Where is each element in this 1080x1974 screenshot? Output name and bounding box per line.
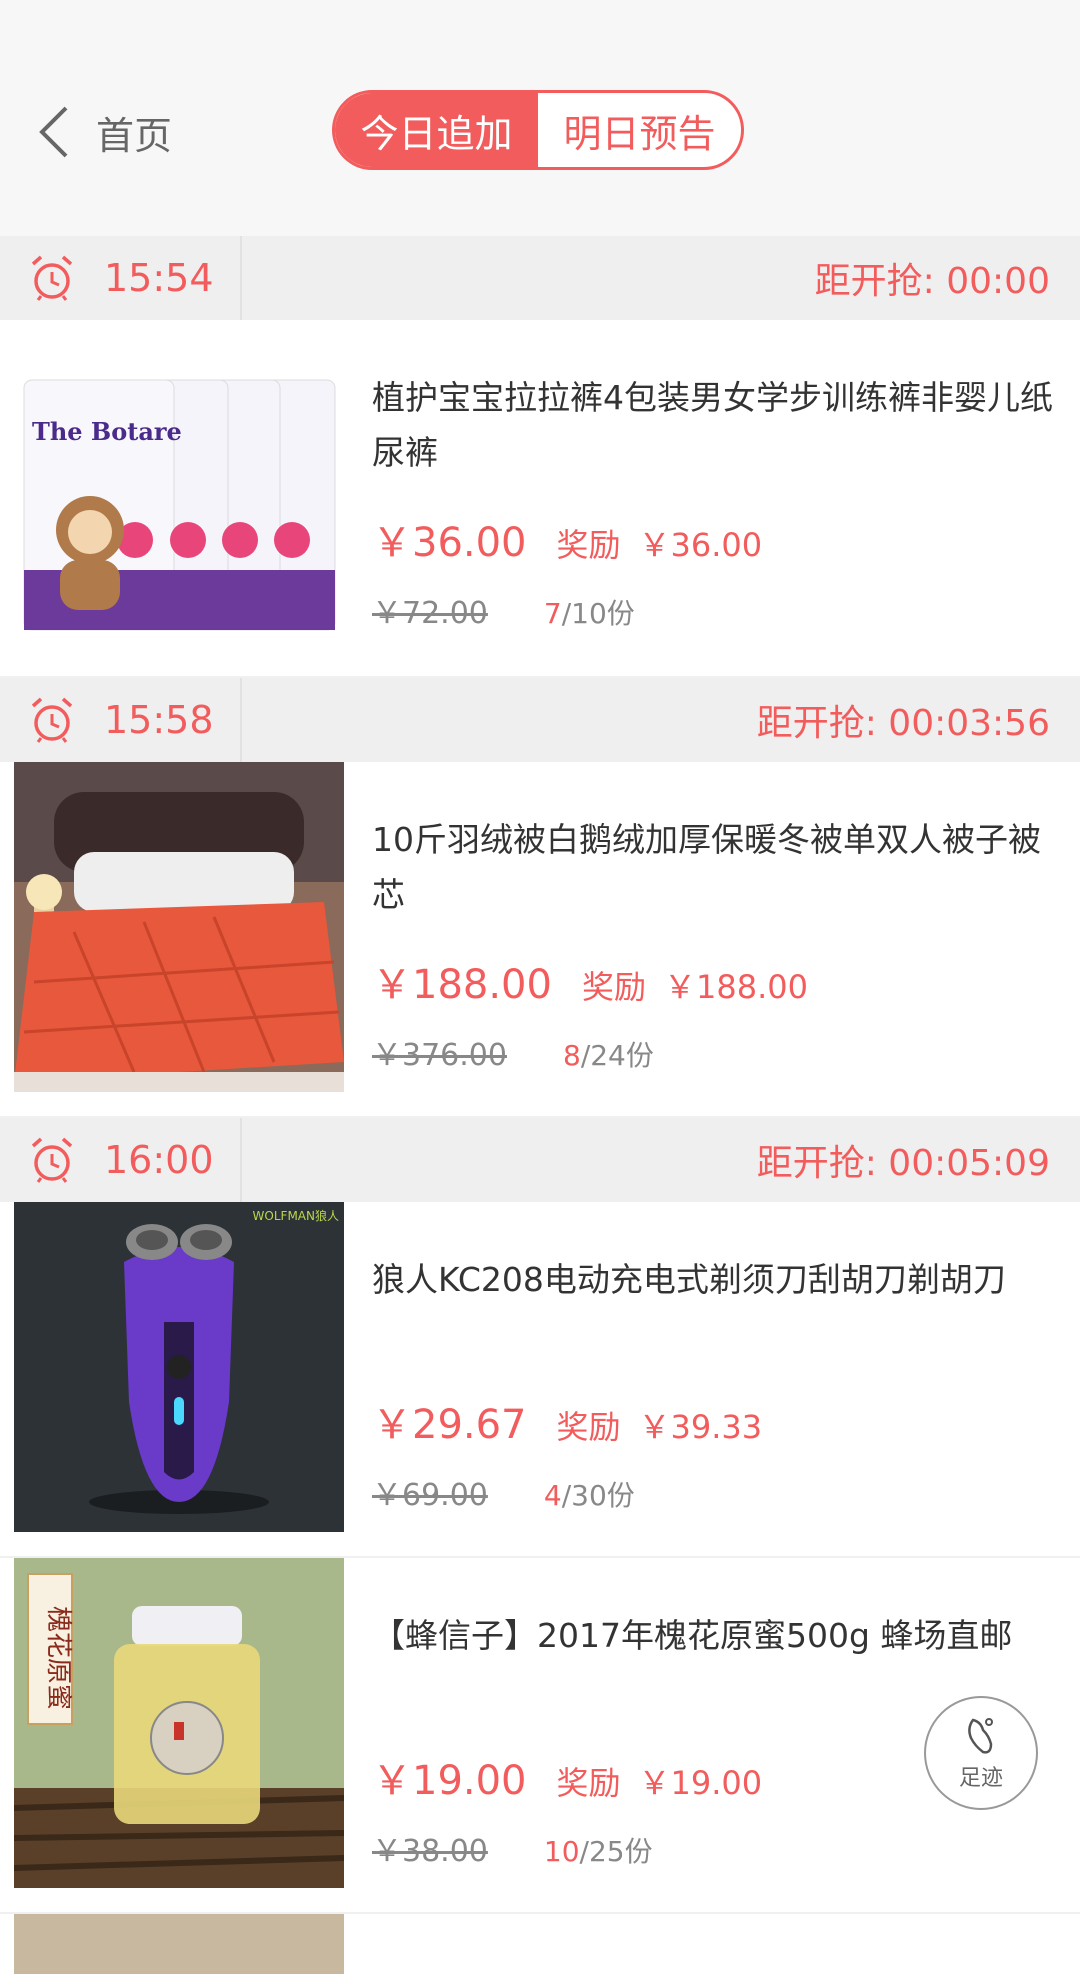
product-title: 狼人KC208电动充电式剃须刀刮胡刀剃胡刀 [372, 1260, 1006, 1299]
time-slot-bar: 15:58 距开抢: 00:03:56 [0, 678, 1080, 762]
stock-count: 7/10份 [543, 597, 635, 630]
chevron-left-icon [39, 106, 68, 158]
stock-count: 8/24份 [562, 1039, 654, 1072]
original-price: ￥72.00 [372, 596, 488, 631]
original-row: ￥38.00 10/25份 [372, 1826, 653, 1870]
tab-tomorrow[interactable]: 明日预告 [538, 93, 741, 167]
price-row: ￥19.00 奖励 ￥19.00 [372, 1748, 762, 1806]
divider [240, 678, 242, 762]
reward-label: 奖励 [556, 1408, 621, 1446]
reward-amount: ￥39.33 [638, 1408, 763, 1446]
sale-price: ￥188.00 [372, 962, 552, 1008]
product-item[interactable]: The Botare 植护宝宝拉拉裤4包装男女学步训练裤非婴儿纸尿裤 ￥36.0… [0, 320, 1080, 678]
original-price: ￥38.00 [372, 1834, 488, 1869]
original-row: ￥376.00 8/24份 [372, 1030, 654, 1074]
product-item[interactable]: 10斤羽绒被白鹅绒加厚保暖冬被单双人被子被芯 ￥188.00 奖励 ￥188.0… [0, 762, 1080, 1118]
tab-switcher: 今日追加 明日预告 [332, 90, 744, 170]
stock-count: 4/30份 [543, 1479, 635, 1512]
product-item[interactable]: WOLFMAN狼人 狼人KC208电动充电式剃须刀刮胡刀剃胡刀 ￥29.67 奖… [0, 1202, 1080, 1558]
sale-price: ￥29.67 [372, 1402, 527, 1448]
original-price: ￥69.00 [372, 1478, 488, 1513]
back-button[interactable]: 首页 [36, 104, 172, 160]
reward-amount: ￥36.00 [638, 526, 763, 564]
product-title: 10斤羽绒被白鹅绒加厚保暖冬被单双人被子被芯 [372, 820, 1041, 914]
alarm-clock-icon [31, 1137, 73, 1183]
slot-time: 16:00 [104, 1138, 214, 1182]
footprint-label: 足迹 [958, 1766, 1003, 1791]
reward-amount: ￥188.00 [663, 968, 808, 1006]
price-row: ￥188.00 奖励 ￥188.00 [372, 952, 808, 1010]
product-title: 植护宝宝拉拉裤4包装男女学步训练裤非婴儿纸尿裤 [372, 378, 1053, 472]
countdown: 距开抢: 00:03:56 [756, 703, 1050, 744]
product-item[interactable]: 槐花原蜜 【蜂信子】2017年槐花原蜜500g 蜂场直邮 ￥19.00 奖励 ￥… [0, 1558, 1080, 1914]
product-title: 【蜂信子】2017年槐花原蜜500g 蜂场直邮 [372, 1616, 1013, 1655]
time-slot-bar: 15:54 距开抢: 00:00 [0, 236, 1080, 320]
svg-text:槐花原蜜: 槐花原蜜 [43, 1606, 73, 1710]
price-row: ￥36.00 奖励 ￥36.00 [372, 510, 762, 568]
original-row: ￥69.00 4/30份 [372, 1470, 635, 1514]
reward-label: 奖励 [581, 968, 646, 1006]
tab-today[interactable]: 今日追加 [335, 93, 538, 167]
product-image-honey[interactable]: 槐花原蜜 [14, 1558, 344, 1888]
countdown: 距开抢: 00:05:09 [756, 1143, 1050, 1184]
product-image-diapers[interactable]: The Botare [20, 360, 340, 660]
product-image-partial [14, 1914, 344, 1974]
reward-amount: ￥19.00 [638, 1764, 763, 1802]
top-bar: 首页 今日追加 明日预告 [0, 0, 1080, 236]
countdown: 距开抢: 00:00 [814, 261, 1050, 302]
footprint-button[interactable]: 足迹 [924, 1696, 1038, 1810]
svg-text:The Botare: The Botare [32, 417, 182, 446]
original-row: ￥72.00 7/10份 [372, 588, 635, 632]
footprint-icon [968, 1718, 993, 1754]
alarm-clock-icon [31, 255, 73, 301]
time-slot-bar: 16:00 距开抢: 00:05:09 [0, 1118, 1080, 1202]
divider [240, 236, 242, 320]
product-image-duvet[interactable] [14, 762, 344, 1092]
original-price: ￥376.00 [372, 1038, 507, 1073]
divider [240, 1118, 242, 1202]
svg-text:WOLFMAN狼人: WOLFMAN狼人 [253, 1208, 339, 1223]
alarm-clock-icon [31, 697, 73, 743]
back-label: 首页 [96, 113, 173, 158]
slot-time: 15:54 [104, 256, 214, 300]
product-image-shaver[interactable]: WOLFMAN狼人 [14, 1202, 344, 1532]
reward-label: 奖励 [556, 526, 621, 564]
reward-label: 奖励 [556, 1764, 621, 1802]
product-item-partial [0, 1914, 1080, 1974]
slot-time: 15:58 [104, 698, 214, 742]
sale-price: ￥19.00 [372, 1758, 527, 1804]
sale-price: ￥36.00 [372, 520, 527, 566]
stock-count: 10/25份 [543, 1835, 653, 1868]
price-row: ￥29.67 奖励 ￥39.33 [372, 1392, 762, 1450]
flash-sale-list: 15:54 距开抢: 00:00 The Botare 植护宝宝拉拉裤4包装男女… [0, 236, 1080, 1974]
